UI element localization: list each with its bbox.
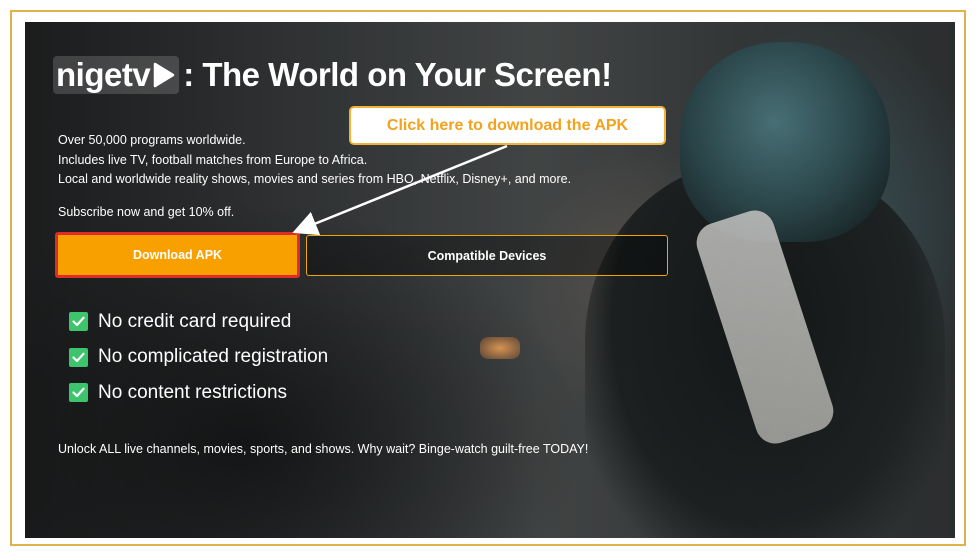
callout-arrow-icon (292, 144, 508, 236)
feature-item: No complicated registration (69, 340, 328, 376)
page-title: nigetv : The World on Your Screen! (53, 56, 612, 94)
play-icon (152, 62, 176, 88)
feature-label: No complicated registration (98, 346, 329, 368)
feature-item: No credit card required (69, 304, 328, 340)
brand-logo[interactable]: nigetv (53, 56, 180, 94)
download-apk-button[interactable]: Download APK (55, 232, 300, 278)
description-line: Includes live TV, football matches from … (58, 152, 368, 167)
feature-label: No credit card required (98, 310, 292, 332)
description-line: Local and worldwide reality shows, movie… (58, 172, 572, 186)
feature-list: No credit card required No complicated r… (69, 304, 328, 411)
logo-text: nigetv (56, 56, 151, 93)
title-text: : The World on Your Screen! (183, 56, 612, 93)
compatible-devices-button[interactable]: Compatible Devices (306, 235, 668, 276)
footer-tagline: Unlock ALL live channels, movies, sports… (58, 442, 589, 456)
checkbox-checked-icon (69, 347, 88, 367)
feature-label: No content restrictions (98, 381, 288, 403)
checkbox-checked-icon (69, 383, 88, 403)
callout-label: Click here to download the APK (349, 106, 666, 145)
feature-item: No content restrictions (69, 375, 328, 411)
hero-content: nigetv : The World on Your Screen! Over … (25, 22, 955, 538)
checkbox-checked-icon (69, 312, 88, 332)
subscribe-offer: Subscribe now and get 10% off. (58, 205, 235, 219)
hero-banner: nigetv : The World on Your Screen! Over … (25, 22, 955, 538)
